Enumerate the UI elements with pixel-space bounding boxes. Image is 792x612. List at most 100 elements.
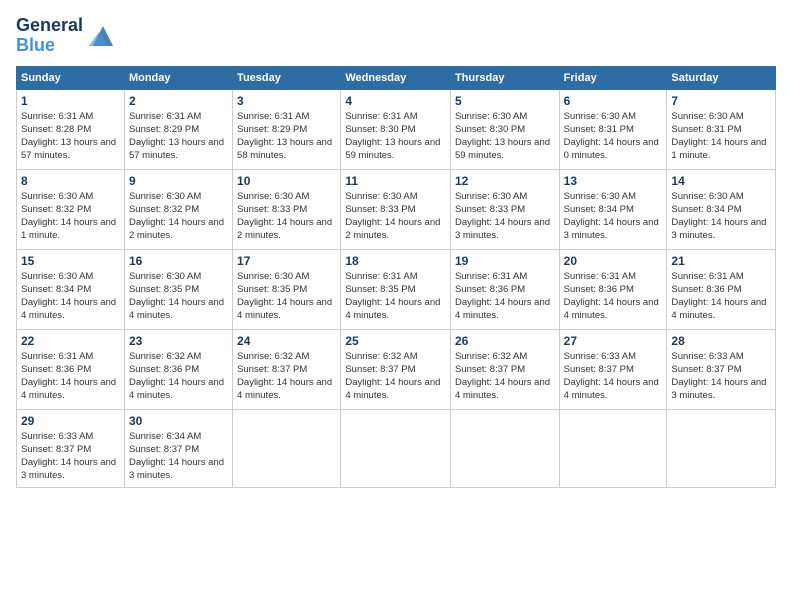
day-info: Sunrise: 6:31 AMSunset: 8:36 PMDaylight:… (671, 271, 766, 322)
day-number: 14 (671, 174, 771, 188)
day-number: 20 (564, 254, 663, 268)
day-info: Sunrise: 6:32 AMSunset: 8:37 PMDaylight:… (345, 351, 440, 402)
day-number: 15 (21, 254, 120, 268)
day-number: 12 (455, 174, 555, 188)
empty-cell (341, 409, 451, 487)
empty-cell (667, 409, 776, 487)
calendar-day-18: 18 Sunrise: 6:31 AMSunset: 8:35 PMDaylig… (341, 249, 451, 329)
calendar-week-2: 8 Sunrise: 6:30 AMSunset: 8:32 PMDayligh… (17, 169, 776, 249)
col-header-monday: Monday (124, 66, 232, 89)
day-info: Sunrise: 6:30 AMSunset: 8:34 PMDaylight:… (21, 271, 116, 322)
day-info: Sunrise: 6:33 AMSunset: 8:37 PMDaylight:… (21, 431, 116, 482)
col-header-tuesday: Tuesday (233, 66, 341, 89)
calendar-day-17: 17 Sunrise: 6:30 AMSunset: 8:35 PMDaylig… (233, 249, 341, 329)
day-number: 6 (564, 94, 663, 108)
calendar-day-15: 15 Sunrise: 6:30 AMSunset: 8:34 PMDaylig… (17, 249, 125, 329)
day-number: 24 (237, 334, 336, 348)
day-info: Sunrise: 6:31 AMSunset: 8:36 PMDaylight:… (21, 351, 116, 402)
day-number: 21 (671, 254, 771, 268)
logo: General Blue (16, 16, 119, 56)
day-number: 28 (671, 334, 771, 348)
day-number: 30 (129, 414, 228, 428)
day-info: Sunrise: 6:30 AMSunset: 8:35 PMDaylight:… (237, 271, 332, 322)
page-header: General Blue (16, 16, 776, 56)
calendar-table: SundayMondayTuesdayWednesdayThursdayFrid… (16, 66, 776, 488)
calendar-day-19: 19 Sunrise: 6:31 AMSunset: 8:36 PMDaylig… (450, 249, 559, 329)
logo-general: General (16, 16, 83, 36)
calendar-day-4: 4 Sunrise: 6:31 AMSunset: 8:30 PMDayligh… (341, 89, 451, 169)
calendar-day-2: 2 Sunrise: 6:31 AMSunset: 8:29 PMDayligh… (124, 89, 232, 169)
calendar-day-13: 13 Sunrise: 6:30 AMSunset: 8:34 PMDaylig… (559, 169, 667, 249)
day-info: Sunrise: 6:33 AMSunset: 8:37 PMDaylight:… (564, 351, 659, 402)
day-info: Sunrise: 6:31 AMSunset: 8:36 PMDaylight:… (455, 271, 550, 322)
day-number: 7 (671, 94, 771, 108)
day-info: Sunrise: 6:30 AMSunset: 8:31 PMDaylight:… (671, 111, 766, 162)
calendar-day-7: 7 Sunrise: 6:30 AMSunset: 8:31 PMDayligh… (667, 89, 776, 169)
empty-cell (450, 409, 559, 487)
day-info: Sunrise: 6:32 AMSunset: 8:37 PMDaylight:… (455, 351, 550, 402)
day-info: Sunrise: 6:30 AMSunset: 8:30 PMDaylight:… (455, 111, 550, 162)
calendar-week-3: 15 Sunrise: 6:30 AMSunset: 8:34 PMDaylig… (17, 249, 776, 329)
day-number: 9 (129, 174, 228, 188)
day-info: Sunrise: 6:30 AMSunset: 8:35 PMDaylight:… (129, 271, 224, 322)
day-info: Sunrise: 6:30 AMSunset: 8:33 PMDaylight:… (237, 191, 332, 242)
col-header-friday: Friday (559, 66, 667, 89)
day-info: Sunrise: 6:32 AMSunset: 8:37 PMDaylight:… (237, 351, 332, 402)
empty-cell (559, 409, 667, 487)
empty-cell (233, 409, 341, 487)
day-number: 2 (129, 94, 228, 108)
calendar-week-1: 1 Sunrise: 6:31 AMSunset: 8:28 PMDayligh… (17, 89, 776, 169)
day-number: 19 (455, 254, 555, 268)
day-number: 8 (21, 174, 120, 188)
day-info: Sunrise: 6:31 AMSunset: 8:36 PMDaylight:… (564, 271, 659, 322)
calendar-day-5: 5 Sunrise: 6:30 AMSunset: 8:30 PMDayligh… (450, 89, 559, 169)
day-number: 10 (237, 174, 336, 188)
calendar-day-23: 23 Sunrise: 6:32 AMSunset: 8:36 PMDaylig… (124, 329, 232, 409)
calendar-day-9: 9 Sunrise: 6:30 AMSunset: 8:32 PMDayligh… (124, 169, 232, 249)
day-number: 29 (21, 414, 120, 428)
day-number: 23 (129, 334, 228, 348)
day-info: Sunrise: 6:31 AMSunset: 8:29 PMDaylight:… (237, 111, 332, 162)
calendar-day-1: 1 Sunrise: 6:31 AMSunset: 8:28 PMDayligh… (17, 89, 125, 169)
calendar-day-30: 30 Sunrise: 6:34 AMSunset: 8:37 PMDaylig… (124, 409, 232, 487)
calendar-day-11: 11 Sunrise: 6:30 AMSunset: 8:33 PMDaylig… (341, 169, 451, 249)
calendar-day-27: 27 Sunrise: 6:33 AMSunset: 8:37 PMDaylig… (559, 329, 667, 409)
calendar-week-5: 29 Sunrise: 6:33 AMSunset: 8:37 PMDaylig… (17, 409, 776, 487)
col-header-saturday: Saturday (667, 66, 776, 89)
calendar-day-6: 6 Sunrise: 6:30 AMSunset: 8:31 PMDayligh… (559, 89, 667, 169)
day-info: Sunrise: 6:30 AMSunset: 8:31 PMDaylight:… (564, 111, 659, 162)
calendar-day-16: 16 Sunrise: 6:30 AMSunset: 8:35 PMDaylig… (124, 249, 232, 329)
day-number: 16 (129, 254, 228, 268)
day-info: Sunrise: 6:30 AMSunset: 8:32 PMDaylight:… (129, 191, 224, 242)
calendar-day-26: 26 Sunrise: 6:32 AMSunset: 8:37 PMDaylig… (450, 329, 559, 409)
day-number: 18 (345, 254, 446, 268)
day-info: Sunrise: 6:30 AMSunset: 8:34 PMDaylight:… (564, 191, 659, 242)
logo-blue: Blue (16, 36, 83, 56)
day-info: Sunrise: 6:31 AMSunset: 8:28 PMDaylight:… (21, 111, 116, 162)
calendar-day-28: 28 Sunrise: 6:33 AMSunset: 8:37 PMDaylig… (667, 329, 776, 409)
calendar-day-10: 10 Sunrise: 6:30 AMSunset: 8:33 PMDaylig… (233, 169, 341, 249)
day-number: 26 (455, 334, 555, 348)
col-header-wednesday: Wednesday (341, 66, 451, 89)
calendar-day-12: 12 Sunrise: 6:30 AMSunset: 8:33 PMDaylig… (450, 169, 559, 249)
day-number: 11 (345, 174, 446, 188)
day-number: 27 (564, 334, 663, 348)
day-number: 17 (237, 254, 336, 268)
day-number: 5 (455, 94, 555, 108)
col-header-sunday: Sunday (17, 66, 125, 89)
day-info: Sunrise: 6:30 AMSunset: 8:32 PMDaylight:… (21, 191, 116, 242)
logo-icon (87, 20, 119, 52)
day-number: 13 (564, 174, 663, 188)
day-info: Sunrise: 6:31 AMSunset: 8:30 PMDaylight:… (345, 111, 440, 162)
day-info: Sunrise: 6:32 AMSunset: 8:36 PMDaylight:… (129, 351, 224, 402)
calendar-day-29: 29 Sunrise: 6:33 AMSunset: 8:37 PMDaylig… (17, 409, 125, 487)
day-info: Sunrise: 6:30 AMSunset: 8:33 PMDaylight:… (455, 191, 550, 242)
calendar-day-24: 24 Sunrise: 6:32 AMSunset: 8:37 PMDaylig… (233, 329, 341, 409)
calendar-day-8: 8 Sunrise: 6:30 AMSunset: 8:32 PMDayligh… (17, 169, 125, 249)
day-info: Sunrise: 6:31 AMSunset: 8:29 PMDaylight:… (129, 111, 224, 162)
day-info: Sunrise: 6:30 AMSunset: 8:34 PMDaylight:… (671, 191, 766, 242)
calendar-header-row: SundayMondayTuesdayWednesdayThursdayFrid… (17, 66, 776, 89)
day-number: 22 (21, 334, 120, 348)
day-info: Sunrise: 6:34 AMSunset: 8:37 PMDaylight:… (129, 431, 224, 482)
calendar-day-3: 3 Sunrise: 6:31 AMSunset: 8:29 PMDayligh… (233, 89, 341, 169)
